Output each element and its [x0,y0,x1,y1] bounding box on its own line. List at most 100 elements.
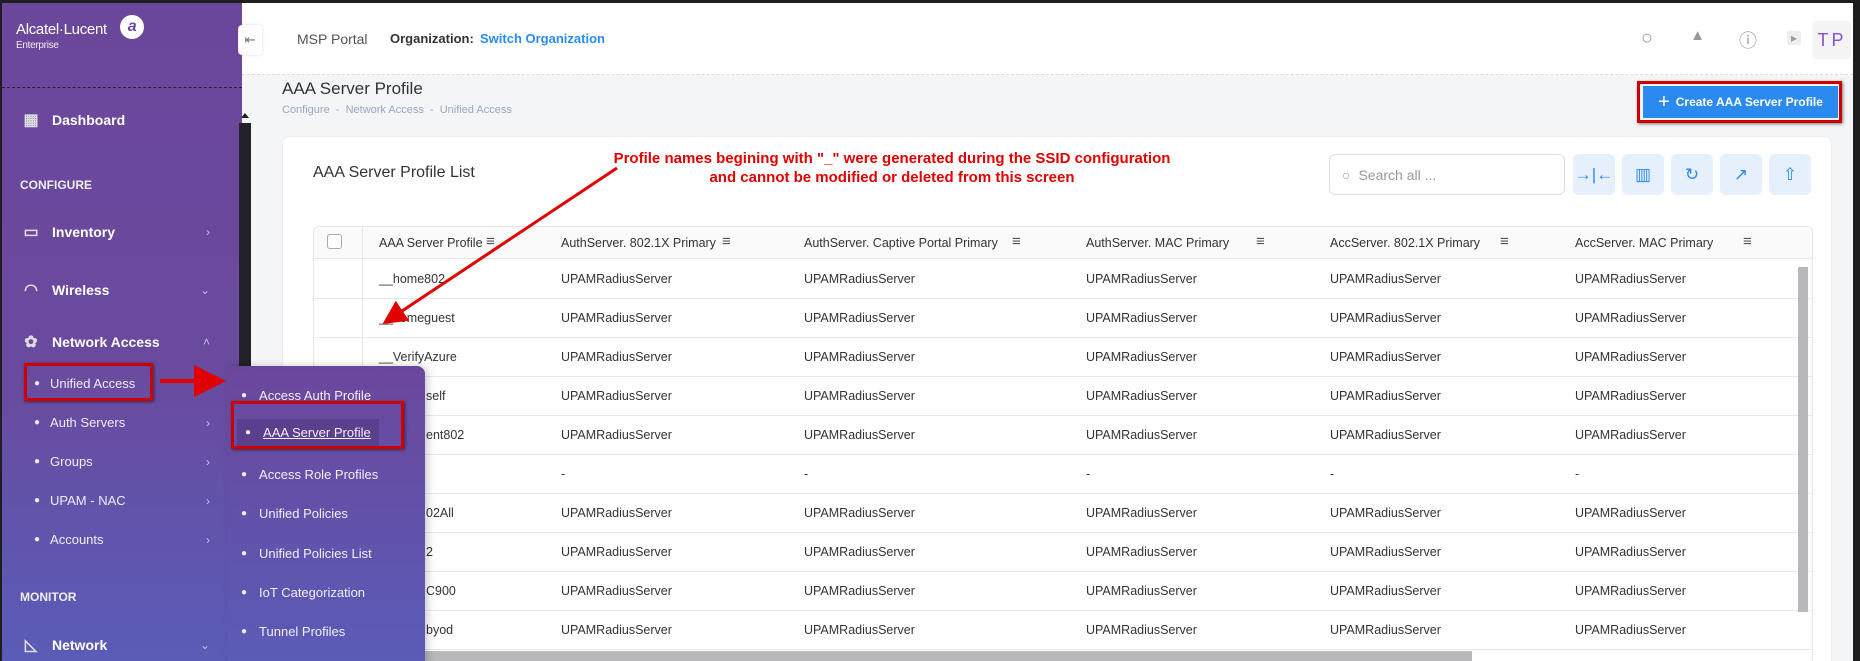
server-cell: UPAMRadiusServer [1086,311,1197,325]
table-row[interactable]: __home802 UPAMRadiusServer UPAMRadiusServe… [314,260,1812,299]
chevron-up-icon: ˄ [202,335,210,349]
sidebar-item-network-access[interactable]: ✿ Network Access ˄ [2,332,232,352]
router-icon: ▭ [23,224,39,241]
table-row[interactable]: 2 UPAMRadiusServer UPAMRadiusServer UPAMRad… [314,533,1812,572]
column-header[interactable]: AccServer. MAC Primary [1575,236,1713,250]
profile-name-cell: byod [426,623,454,637]
server-cell: UPAMRadiusServer [1575,506,1686,520]
brand-logo: Alcatel·Lucent Enterprise a [16,15,144,51]
server-cell: UPAMRadiusServer [804,545,915,559]
vertical-scrollbar[interactable] [1798,267,1808,612]
profile-name-cell: C900 [426,584,456,598]
portal-name: MSP Portal [297,31,368,47]
search-input[interactable]: ○ Search all ... [1329,154,1565,195]
page-title: AAA Server Profile [282,79,423,98]
server-cell: UPAMRadiusServer [1086,584,1197,598]
server-cell: UPAMRadiusServer [1575,272,1686,286]
table-row[interactable]: 02All UPAMRadiusServer UPAMRadiusServer UPA… [314,494,1812,533]
top-header: MSP Portal Organization: Switch Organiza… [242,3,1853,75]
column-header[interactable]: AuthServer. 802.1X Primary [561,236,716,250]
video-icon[interactable]: ▸ [1786,31,1801,45]
server-cell: - [1330,467,1335,481]
submenu-access-role-profiles[interactable]: ● Access Role Profiles [241,467,378,482]
submenu-unified-policies-list[interactable]: ● Unified Policies List [241,546,372,561]
submenu-iot-categorization[interactable]: ● IoT Categorization [241,585,365,600]
help-icon[interactable]: ⓘ [1739,27,1757,53]
collapse-columns-button[interactable]: →|← [1573,154,1615,195]
table-row[interactable]: ----- [314,455,1812,494]
profile-name-cell: self [426,389,446,403]
table-row[interactable]: byod UPAMRadiusServer UPAMRadiusServer UPAM… [314,611,1812,650]
table-row[interactable]: ent802 UPAMRadiusServer UPAMRadiusServer UP… [314,416,1812,455]
server-cell: UPAMRadiusServer [1086,623,1197,637]
server-cell: UPAMRadiusServer [1086,389,1197,403]
server-cell: UPAMRadiusServer [1330,584,1441,598]
card-title: AAA Server Profile List [313,164,475,181]
table-row[interactable]: __homeguest UPAMRadiusServer UPAMRadiusSer… [314,299,1812,338]
section-configure: CONFIGURE [20,178,92,192]
sidebar-item-upam-nac[interactable]: ● UPAM - NAC › [34,493,232,508]
scroll-up-icon[interactable] [241,113,249,118]
profile-name-cell: 02All [426,506,454,520]
sidebar-item-network[interactable]: ◺ Network ⌄ [2,635,232,655]
submenu-tunnel-profiles[interactable]: ● Tunnel Profiles [241,624,345,639]
sidebar: Alcatel·Lucent Enterprise a ▦ Dashboard CON… [2,3,242,661]
switch-organization-link[interactable]: Switch Organization [480,31,605,46]
server-cell: UPAMRadiusServer [1330,506,1441,520]
org-label: Organization: [390,31,474,46]
horizontal-scrollbar[interactable] [362,651,1472,661]
server-cell: UPAMRadiusServer [561,272,672,286]
sidebar-item-wireless[interactable]: ◠ Wireless ⌄ [2,280,232,300]
table-row[interactable]: __VerifyAzure UPAMRadiusServer UPAMRadiusS… [314,338,1812,377]
highlight-box [231,401,404,449]
column-header[interactable]: AuthServer. Captive Portal Primary [804,236,998,250]
table-row[interactable]: self UPAMRadiusServer UPAMRadiusServer UPAM… [314,377,1812,416]
profile-name-cell: __VerifyAzure [379,350,457,364]
server-cell: UPAMRadiusServer [804,428,915,442]
column-header[interactable]: AAA Server Profile [379,236,483,250]
column-menu-icon[interactable]: ≡ [486,233,495,250]
sidebar-item-inventory[interactable]: ▭ Inventory › [2,222,232,242]
annotation-note: Profile names begining with "_" were gen… [613,150,1171,186]
column-menu-icon[interactable]: ≡ [1012,233,1021,250]
table-row[interactable]: C900 UPAMRadiusServer UPAMRadiusServer UPAM… [314,572,1812,611]
column-menu-icon[interactable]: ≡ [1256,233,1265,250]
server-cell: UPAMRadiusServer [1330,311,1441,325]
sidebar-item-groups[interactable]: ● Groups › [34,454,232,469]
server-cell: - [804,467,809,481]
sidebar-item-accounts[interactable]: ● Accounts › [34,532,232,547]
server-cell: UPAMRadiusServer [804,272,915,286]
server-cell: UPAMRadiusServer [1330,350,1441,364]
avatar[interactable]: TP [1813,21,1851,59]
server-cell: UPAMRadiusServer [1575,428,1686,442]
server-cell: UPAMRadiusServer [1086,272,1197,286]
search-icon: ○ [1342,166,1351,183]
sidebar-item-dashboard[interactable]: ▦ Dashboard [2,110,232,130]
bell-icon[interactable]: ▲ [1690,27,1705,44]
breadcrumb: Configure - Network Access - Unified Acc… [282,104,512,116]
server-cell: UPAMRadiusServer [561,545,672,559]
column-header[interactable]: AccServer. 802.1X Primary [1330,236,1480,250]
export-button[interactable]: ⇧ [1769,154,1811,195]
section-monitor: MONITOR [20,590,77,604]
dashboard-icon: ▦ [23,112,39,129]
server-cell: UPAMRadiusServer [1330,428,1441,442]
search-icon[interactable]: ○ [1641,27,1653,50]
server-cell: UPAMRadiusServer [561,584,672,598]
server-cell: UPAMRadiusServer [1575,311,1686,325]
select-all-checkbox[interactable] [327,234,342,249]
sidebar-item-auth-servers[interactable]: ● Auth Servers › [34,415,232,430]
chevron-right-icon: › [206,532,210,547]
columns-button[interactable]: ▥ [1622,154,1664,195]
collapse-sidebar-button[interactable]: ⇤ [238,25,262,55]
submenu-unified-policies[interactable]: ● Unified Policies [241,506,348,521]
column-menu-icon[interactable]: ≡ [1743,233,1752,250]
open-external-button[interactable]: ↗ [1720,154,1762,195]
column-menu-icon[interactable]: ≡ [1500,233,1509,250]
server-cell: UPAMRadiusServer [804,311,915,325]
table-header: AAA Server Profile ≡ AuthServer. 802.1X P… [314,227,1812,259]
refresh-button[interactable]: ↻ [1671,154,1713,195]
column-header[interactable]: AuthServer. MAC Primary [1086,236,1229,250]
column-menu-icon[interactable]: ≡ [722,233,731,250]
server-cell: UPAMRadiusServer [561,389,672,403]
